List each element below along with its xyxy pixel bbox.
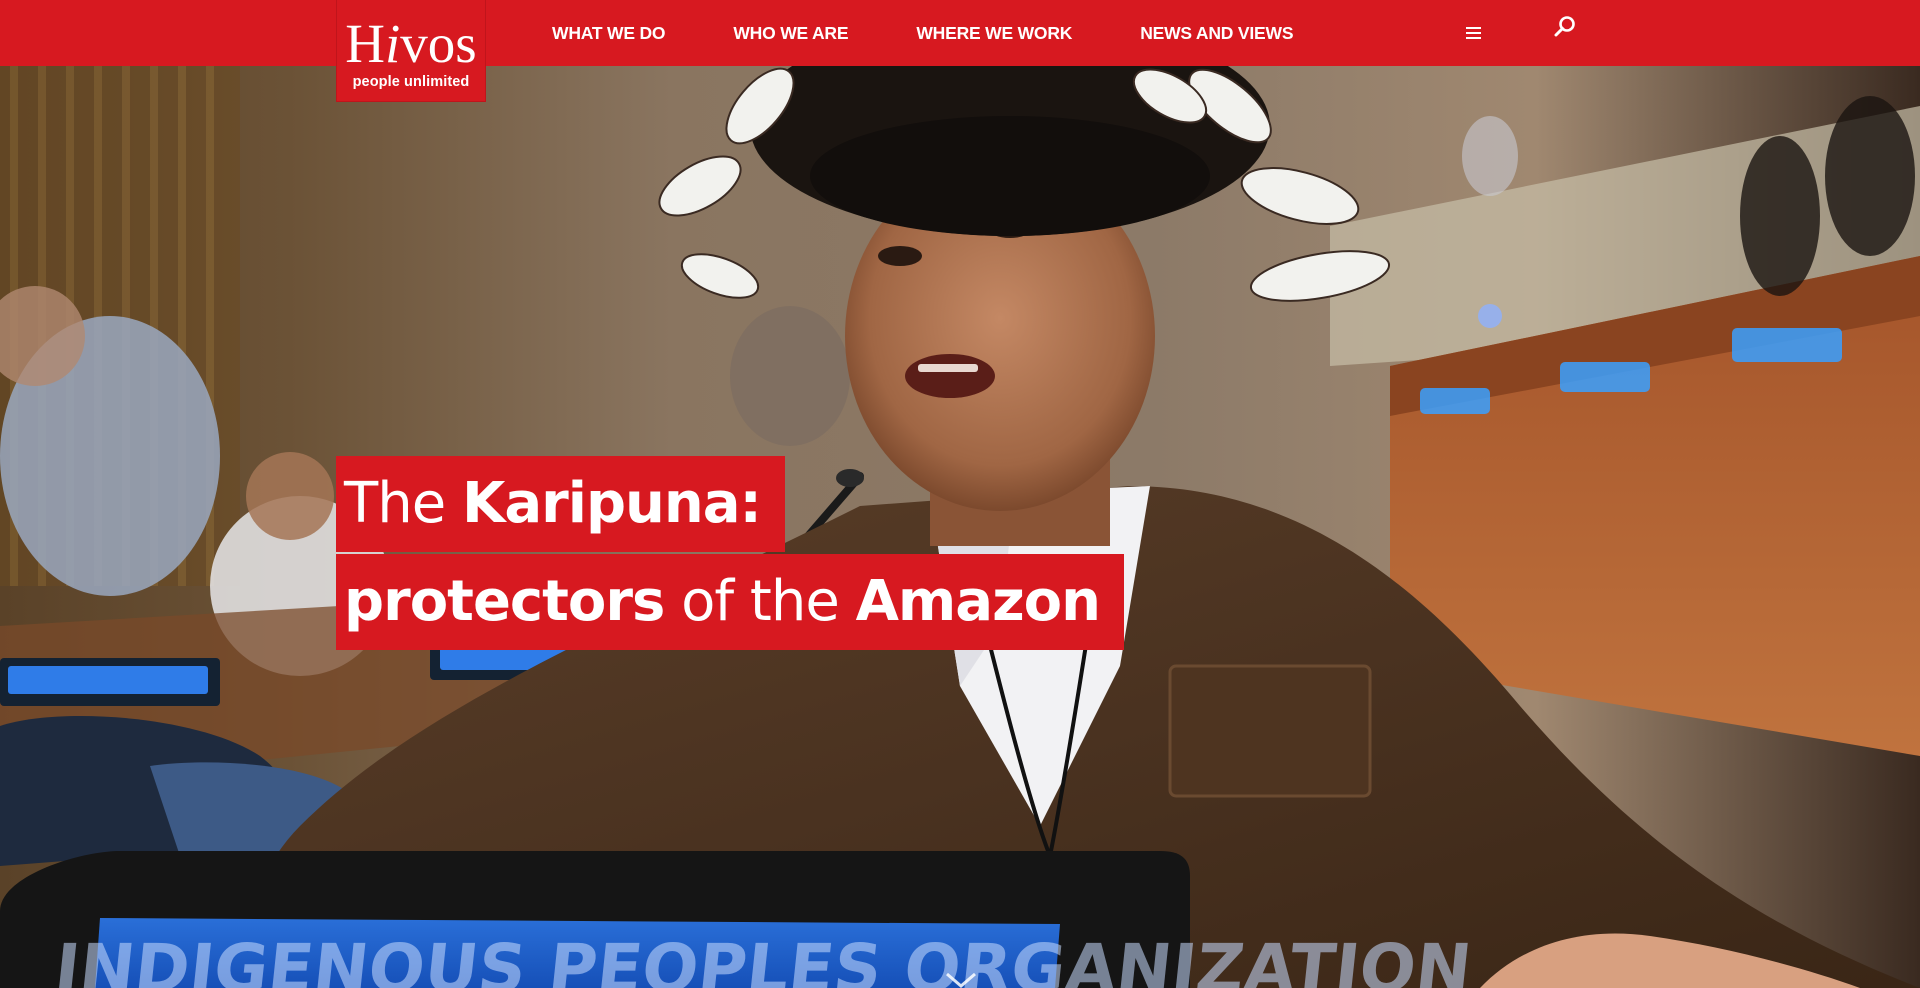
nav-item-where-we-work[interactable]: WHERE WE WORK bbox=[916, 23, 1072, 44]
nav-item-news-and-views[interactable]: NEWS AND VIEWS bbox=[1140, 23, 1293, 44]
logo-tagline: people unlimited bbox=[352, 74, 470, 90]
headline-line-2: protectors of the Amazon bbox=[336, 554, 1125, 650]
nav-item-what-we-do[interactable]: WHAT WE DO bbox=[552, 23, 666, 44]
hero-section: INDIGENOUS PEOPLES ORGANIZATION The Kari… bbox=[0, 66, 1920, 988]
main-nav: WHAT WE DO WHO WE ARE WHERE WE WORK NEWS… bbox=[552, 0, 1361, 66]
headline-line-1: The Karipuna: bbox=[336, 456, 785, 552]
search-icon[interactable] bbox=[1552, 14, 1578, 40]
logo-wordmark: Hivos bbox=[345, 13, 477, 74]
top-navigation-bar: WHAT WE DO WHO WE ARE WHERE WE WORK NEWS… bbox=[0, 0, 1920, 66]
hero-headline[interactable]: The Karipuna: protectors of the Amazon bbox=[336, 456, 1125, 652]
chevron-down-icon[interactable] bbox=[944, 970, 978, 988]
nav-item-who-we-are[interactable]: WHO WE ARE bbox=[733, 23, 848, 44]
nameplate-text: INDIGENOUS PEOPLES ORGANIZATION bbox=[51, 930, 1475, 988]
hamburger-menu-icon[interactable] bbox=[1460, 20, 1486, 46]
hivos-logo[interactable]: Hivos people unlimited bbox=[336, 0, 486, 102]
